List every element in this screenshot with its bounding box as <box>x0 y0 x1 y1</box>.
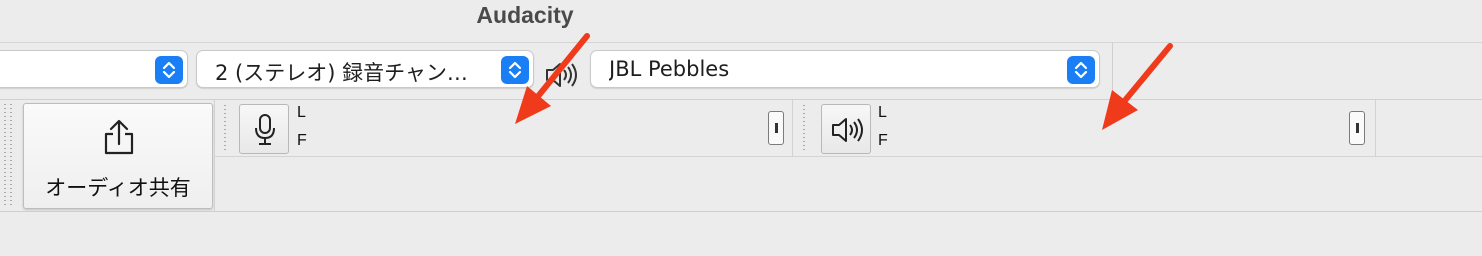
playback-channel-label: F <box>878 132 888 149</box>
playback-meter-slider[interactable] <box>1349 111 1365 145</box>
speaker-icon <box>832 118 863 142</box>
recording-channels-value: 2 (ステレオ) 録音チャン… <box>215 61 468 85</box>
share-audio-button[interactable]: オーディオ共有 <box>23 103 213 209</box>
toolbar-separator <box>214 156 1482 157</box>
toolbar-grip-handle[interactable] <box>803 105 809 153</box>
recording-channel-label: F <box>297 132 307 149</box>
playback-device-select[interactable]: JBL Pebbles <box>590 50 1100 88</box>
share-audio-label: オーディオ共有 <box>45 176 191 200</box>
microphone-icon <box>255 114 275 145</box>
toolbar-divider <box>1375 100 1376 156</box>
meter-toolbar <box>0 100 1482 156</box>
title-bar: Audacity <box>0 0 1482 42</box>
playback-meter-button[interactable] <box>821 104 871 154</box>
window-title: Audacity <box>476 2 574 28</box>
toolbar-bottom-border <box>0 211 1482 212</box>
annotation-arrow-icon <box>1102 43 1173 130</box>
toolbar-grip-handle[interactable] <box>10 104 16 208</box>
recording-meter-slider[interactable] <box>768 111 784 145</box>
share-icon <box>104 119 134 155</box>
playback-device-value: JBL Pebbles <box>609 57 730 81</box>
recording-meter-button[interactable] <box>239 104 289 154</box>
audio-host-select[interactable] <box>0 50 188 88</box>
playback-channel-label: L <box>878 104 887 121</box>
toolbar-grip-handle[interactable] <box>224 105 230 153</box>
toolbar-divider <box>792 100 793 156</box>
recording-channels-select[interactable]: 2 (ステレオ) 録音チャン… <box>196 50 534 88</box>
annotation-arrow-icon <box>515 33 590 124</box>
recording-channel-label: L <box>297 104 306 121</box>
chevron-updown-icon <box>155 56 183 84</box>
device-toolbar: 2 (ステレオ) 録音チャン… JBL Pebbles <box>0 43 1482 99</box>
